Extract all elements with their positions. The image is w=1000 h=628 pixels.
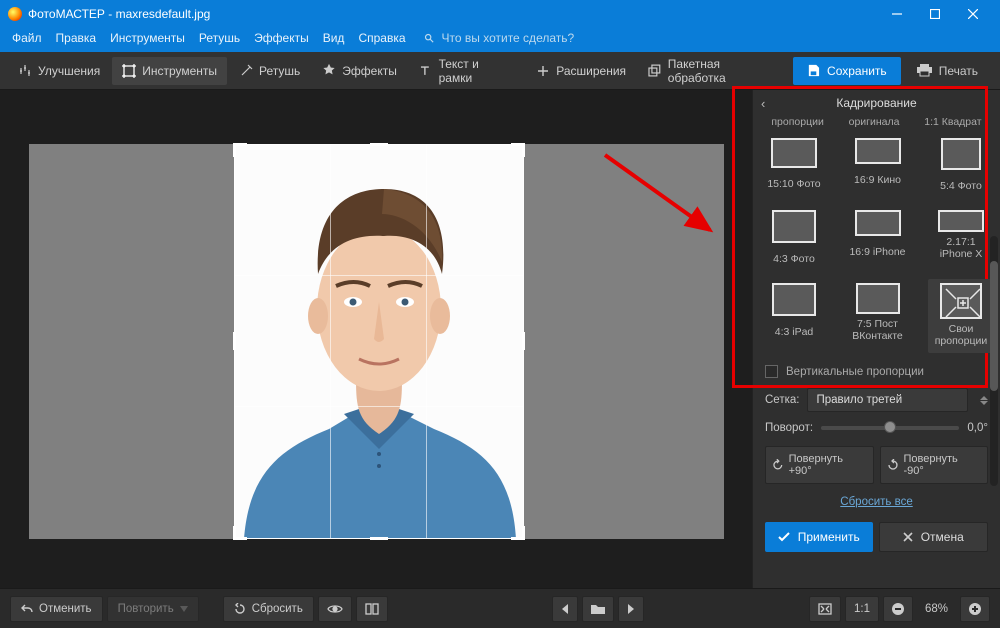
preset-label: 7:5 Пост ВКонтакте bbox=[847, 318, 909, 342]
rotate-plus90-button[interactable]: Повернуть +90° bbox=[765, 446, 874, 484]
preset-label: пропорции bbox=[771, 116, 823, 128]
menu-file[interactable]: Файл bbox=[6, 29, 48, 47]
nav-next-button[interactable] bbox=[618, 596, 644, 622]
tab-tools[interactable]: Инструменты bbox=[112, 57, 227, 85]
tab-text[interactable]: Текст и рамки bbox=[409, 57, 524, 85]
aspect-preset[interactable]: 7:5 Пост ВКонтакте bbox=[845, 279, 911, 353]
menu-effects[interactable]: Эффекты bbox=[248, 29, 315, 47]
menu-view[interactable]: Вид bbox=[317, 29, 351, 47]
preset-label: 4:3 iPad bbox=[775, 320, 814, 344]
preset-label: 4:3 Фото bbox=[773, 247, 815, 271]
save-button[interactable]: Сохранить bbox=[793, 57, 901, 85]
crop-box[interactable] bbox=[234, 144, 524, 539]
aspect-preset[interactable]: 16:9 iPhone bbox=[845, 206, 911, 277]
crop-handle[interactable] bbox=[233, 332, 236, 350]
panel-title: Кадрирование bbox=[836, 96, 916, 110]
vertical-checkbox[interactable] bbox=[765, 365, 778, 378]
preset-label: 1:1 Квадрат bbox=[924, 116, 981, 128]
crop-handle[interactable] bbox=[370, 143, 388, 146]
reset-button[interactable]: Сбросить bbox=[223, 596, 314, 622]
right-panel: ‹ Кадрирование пропорции оригинала 1:1 К… bbox=[752, 90, 1000, 588]
apply-button[interactable]: Применить bbox=[765, 522, 873, 552]
scrollbar-thumb[interactable] bbox=[990, 261, 998, 391]
preset-label: Свои пропорции bbox=[930, 323, 992, 347]
aspect-preset[interactable]: 4:3 Фото bbox=[761, 206, 827, 277]
crop-handle[interactable] bbox=[511, 143, 525, 157]
menu-retouch[interactable]: Ретушь bbox=[193, 29, 246, 47]
vertical-label: Вертикальные пропорции bbox=[786, 366, 924, 378]
app-logo-icon bbox=[8, 7, 22, 21]
rotate-label: Поворот: bbox=[765, 422, 813, 434]
back-button[interactable]: ‹ bbox=[761, 96, 765, 111]
crop-handle[interactable] bbox=[233, 526, 247, 540]
preset-label: оригинала bbox=[849, 116, 900, 128]
nav-folder-button[interactable] bbox=[582, 596, 614, 622]
menu-tools[interactable]: Инструменты bbox=[104, 29, 191, 47]
tab-batch[interactable]: Пакетная обработка bbox=[638, 57, 789, 85]
actual-size-button[interactable]: 1:1 bbox=[845, 596, 879, 622]
window-title: ФотоМАСТЕР - maxresdefault.jpg bbox=[28, 7, 878, 21]
aspect-preset[interactable]: 4:3 iPad bbox=[761, 279, 827, 353]
menu-help[interactable]: Справка bbox=[352, 29, 411, 47]
nav-prev-button[interactable] bbox=[552, 596, 578, 622]
titlebar: ФотоМАСТЕР - maxresdefault.jpg bbox=[0, 0, 1000, 28]
preview-button[interactable] bbox=[318, 596, 352, 622]
rotate-minus90-button[interactable]: Повернуть -90° bbox=[880, 446, 989, 484]
aspect-preset[interactable]: Свои пропорции bbox=[928, 279, 994, 353]
tab-effects[interactable]: Эффекты bbox=[312, 57, 407, 85]
search-icon bbox=[424, 33, 434, 43]
preset-label: 5:4 Фото bbox=[940, 174, 982, 198]
annotation-arrow-icon bbox=[600, 150, 730, 250]
grid-select[interactable]: Правило третей bbox=[807, 388, 968, 412]
zoom-in-button[interactable] bbox=[960, 596, 990, 622]
tab-retouch[interactable]: Ретушь bbox=[229, 57, 310, 85]
zoom-value: 68% bbox=[917, 603, 956, 615]
compare-button[interactable] bbox=[356, 596, 388, 622]
reset-link[interactable]: Сбросить все bbox=[753, 490, 1000, 516]
canvas[interactable] bbox=[0, 90, 752, 588]
crop-handle[interactable] bbox=[522, 332, 525, 350]
minimize-button[interactable] bbox=[878, 0, 916, 28]
undo-button[interactable]: Отменить bbox=[10, 596, 103, 622]
aspect-preset[interactable]: 16:9 Кино bbox=[845, 134, 911, 204]
tab-enhance[interactable]: Улучшения bbox=[8, 57, 110, 85]
grid-stepper[interactable] bbox=[980, 396, 988, 405]
aspect-preset[interactable]: 2.17:1 iPhone X bbox=[928, 206, 994, 277]
preset-label: 16:9 Кино bbox=[854, 168, 901, 192]
preset-label: 16:9 iPhone bbox=[849, 240, 905, 264]
maximize-button[interactable] bbox=[916, 0, 954, 28]
preset-label: 2.17:1 iPhone X bbox=[930, 236, 992, 260]
crop-handle[interactable] bbox=[370, 537, 388, 540]
fit-screen-button[interactable] bbox=[809, 596, 841, 622]
aspect-preset[interactable]: 5:4 Фото bbox=[928, 134, 994, 204]
search-input[interactable]: Что вы хотите сделать? bbox=[442, 31, 575, 45]
close-button[interactable] bbox=[954, 0, 992, 28]
grid-label: Сетка: bbox=[765, 394, 799, 406]
cancel-button[interactable]: Отмена bbox=[879, 522, 989, 552]
redo-button[interactable]: Повторить bbox=[107, 596, 199, 622]
bottombar: Отменить Повторить Сбросить 1:1 68% bbox=[0, 588, 1000, 628]
rotate-value: 0,0° bbox=[967, 422, 988, 434]
menu-edit[interactable]: Правка bbox=[50, 29, 103, 47]
rotate-slider[interactable] bbox=[821, 426, 959, 430]
crop-handle[interactable] bbox=[233, 143, 247, 157]
zoom-out-button[interactable] bbox=[883, 596, 913, 622]
menubar: Файл Правка Инструменты Ретушь Эффекты В… bbox=[0, 28, 1000, 52]
tab-extensions[interactable]: Расширения bbox=[526, 57, 636, 85]
crop-handle[interactable] bbox=[511, 526, 525, 540]
aspect-preset[interactable]: 15:10 Фото bbox=[761, 134, 827, 204]
toolbar: Улучшения Инструменты Ретушь Эффекты Тек… bbox=[0, 52, 1000, 90]
print-button[interactable]: Печать bbox=[903, 57, 992, 85]
preset-label: 15:10 Фото bbox=[767, 172, 820, 196]
